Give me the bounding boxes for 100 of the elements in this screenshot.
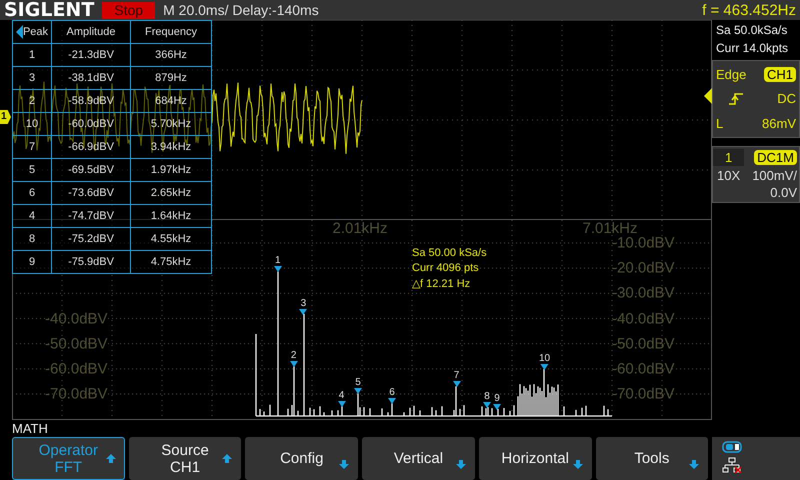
- table-cell: -73.6dBV: [52, 182, 130, 204]
- softkey-button[interactable]: Horizontal: [478, 437, 592, 480]
- peak-marker-icon: [540, 364, 548, 370]
- amplitude-axis-label: -50.0dBV: [45, 335, 108, 352]
- collapse-arrow-icon[interactable]: [16, 25, 23, 39]
- peak-marker-label: 10: [538, 354, 550, 364]
- amplitude-axis-label: -50.0dBV: [612, 335, 675, 352]
- table-cell: 10: [12, 112, 52, 136]
- rising-edge-icon: [728, 92, 744, 105]
- table-cell: 4.55kHz: [130, 228, 212, 250]
- softkey-button[interactable]: Source CH1: [128, 437, 242, 480]
- peak-marker-label: 8: [484, 392, 490, 402]
- softkey-button[interactable]: Tools: [596, 437, 708, 480]
- channel-panel[interactable]: 1 DC1M 10X 100mV/ 0.0V: [712, 146, 800, 203]
- menu-title: MATH: [11, 420, 49, 437]
- softkey-button[interactable]: Config: [245, 437, 358, 480]
- frequency-axis-label: 7.01kHz: [582, 220, 638, 237]
- peak-marker-icon: [452, 381, 460, 388]
- table-cell: 4.75kHz: [130, 250, 212, 274]
- fft-info-text: Curr 4096 pts: [412, 262, 480, 274]
- peak-marker-icon: [388, 398, 396, 404]
- table-cell: 2.65kHz: [130, 182, 212, 204]
- column-header: Peak: [22, 26, 48, 38]
- peak-marker-label: 2: [290, 351, 296, 362]
- down-arrow-icon: [572, 460, 583, 469]
- peak-marker-icon: [338, 400, 346, 407]
- table-cell: 1.64kHz: [130, 204, 212, 228]
- up-arrow-icon: [222, 454, 232, 463]
- column-header: Amplitude: [52, 20, 130, 44]
- table-cell: 8: [12, 228, 52, 250]
- peak-marker-label: 4: [338, 390, 344, 401]
- table-cell: 879Hz: [130, 66, 212, 90]
- down-arrow-icon: [339, 460, 350, 469]
- peak-marker-label: 1: [275, 256, 281, 266]
- peak-marker-icon: [493, 404, 501, 410]
- softkey-button[interactable]: Vertical: [362, 437, 475, 480]
- trigger-level-label: L: [716, 116, 724, 132]
- frequency-axis-label: 2.01kHz: [332, 220, 388, 237]
- peak-marker-icon: [299, 308, 308, 315]
- probe-ratio: 10X: [716, 168, 742, 183]
- table-cell: 366Hz: [130, 44, 212, 66]
- table-cell: 1: [12, 44, 52, 66]
- toggle-icon: [722, 441, 742, 453]
- table-cell: -58.9dBV: [52, 90, 130, 112]
- vertical-offset: 0.0V: [769, 185, 797, 200]
- table-cell: 3: [12, 66, 52, 90]
- table-cell: -38.1dBV: [52, 66, 130, 90]
- trigger-panel[interactable]: Edge CH1 DC L 86mV: [712, 60, 800, 138]
- trigger-level-readout: 86mV: [762, 116, 796, 132]
- trigger-coupling: DC: [777, 91, 796, 106]
- down-arrow-icon: [456, 460, 466, 469]
- vertical-scale: 100mV/: [751, 168, 797, 183]
- amplitude-axis-label: -60.0dBV: [45, 360, 108, 378]
- amplitude-axis-label: -20.0dBV: [612, 260, 675, 277]
- channel-marker: 1: [0, 110, 11, 124]
- table-cell: 9: [12, 250, 52, 274]
- table-cell: -74.7dBV: [52, 204, 130, 228]
- amplitude-axis-label: -40.0dBV: [612, 310, 675, 327]
- table-cell: 5: [12, 158, 52, 182]
- table-cell: 5.70kHz: [130, 112, 212, 136]
- network-disconnected-icon: [722, 457, 742, 473]
- peak-marker-icon: [274, 266, 282, 272]
- column-header: Frequency: [130, 20, 212, 44]
- table-cell: 684Hz: [130, 90, 212, 112]
- table-cell: -21.3dBV: [52, 44, 130, 66]
- table-cell: 3.94kHz: [130, 136, 212, 158]
- peak-marker-label: 5: [355, 378, 361, 388]
- peak-marker-label: 3: [300, 298, 306, 309]
- sample-rate-readout: Sa 50.0kSa/s: [716, 23, 788, 37]
- table-cell: 7: [12, 136, 52, 158]
- amplitude-axis-label: -10.0dBV: [612, 234, 675, 252]
- trigger-source-badge: CH1: [764, 66, 796, 82]
- table-cell: 4: [12, 204, 52, 228]
- table-cell: 2: [12, 90, 52, 112]
- softkey-button[interactable]: Operator FFT: [12, 437, 125, 480]
- brand-logo: SIGLENT: [4, 0, 94, 20]
- table-cell: -75.2dBV: [52, 228, 130, 250]
- table-cell: -60.0dBV: [52, 112, 130, 136]
- table-cell: -75.9dBV: [52, 250, 130, 274]
- peak-marker-icon: [354, 388, 362, 394]
- amplitude-axis-label: -60.0dBV: [612, 360, 675, 378]
- peak-marker-icon: [483, 402, 491, 408]
- fft-info-text: △f 12.21 Hz: [412, 277, 472, 290]
- amplitude-axis-label: -30.0dBV: [612, 284, 675, 302]
- channel-tab: 1: [713, 149, 744, 166]
- amplitude-axis-label: -40.0dBV: [45, 310, 108, 327]
- frequency-readout: f = 463.452Hz: [702, 2, 796, 18]
- fft-info-text: Sa 50.00 kSa/s: [412, 247, 487, 259]
- peak-marker-label: 6: [389, 388, 395, 398]
- memory-depth-readout: Curr 14.0kpts: [716, 41, 790, 55]
- up-arrow-icon: [106, 454, 116, 463]
- table-cell: 6: [12, 182, 52, 204]
- peak-marker-icon: [290, 361, 298, 368]
- amplitude-axis-label: -70.0dBV: [612, 386, 675, 403]
- down-arrow-icon: [689, 460, 700, 469]
- table-cell: 1.97kHz: [130, 158, 212, 182]
- table-cell: -66.9dBV: [52, 136, 130, 158]
- run-state-badge: Stop: [102, 2, 156, 18]
- peak-marker-label: 7: [454, 371, 460, 382]
- peak-marker-label: 9: [494, 394, 500, 404]
